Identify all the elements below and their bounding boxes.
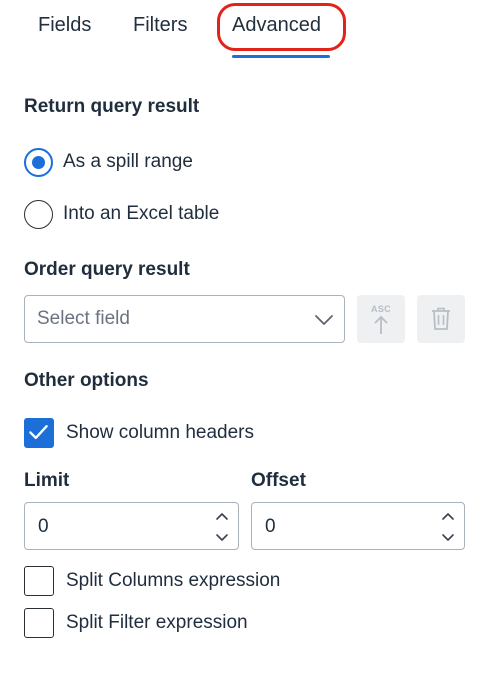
limit-stepper-icon[interactable] [214,509,230,545]
offset-stepper-icon[interactable] [440,509,456,545]
delete-sort-button[interactable] [417,295,465,343]
tab-advanced[interactable]: Advanced [232,14,321,37]
checkmark-icon [29,425,48,440]
chevron-down-icon [315,315,333,325]
split-filter-checkbox[interactable] [24,608,54,638]
return-section-title: Return query result [24,96,200,117]
sort-direction-label: ASC [371,304,391,314]
tab-filters[interactable]: Filters [133,14,187,37]
order-section-title: Order query result [24,259,190,280]
radio-spill-range[interactable]: As a spill range [24,147,193,177]
offset-input[interactable]: 0 [251,502,465,550]
tab-bar: Fields Filters Advanced [0,0,489,62]
active-tab-indicator [232,55,330,58]
limit-value: 0 [38,516,49,537]
offset-label: Offset [251,470,306,491]
order-field-select[interactable]: Select field [24,295,345,343]
split-columns-option[interactable]: Split Columns expression [24,566,280,596]
radio-button-unselected[interactable] [24,199,53,229]
show-headers-checkbox[interactable] [24,418,54,448]
limit-label: Limit [24,470,70,491]
other-options-title: Other options [24,370,149,391]
split-columns-label: Split Columns expression [66,570,281,591]
sort-ascending-icon [374,316,388,334]
limit-input[interactable]: 0 [24,502,239,550]
tab-fields[interactable]: Fields [38,14,91,37]
radio-button-selected[interactable] [24,147,53,177]
offset-value: 0 [265,516,276,537]
split-filter-option[interactable]: Split Filter expression [24,608,248,638]
radio-excel-table[interactable]: Into an Excel table [24,199,219,229]
radio-label-spill-range: As a spill range [63,151,193,172]
show-headers-label: Show column headers [66,422,254,443]
radio-label-excel-table: Into an Excel table [63,203,220,224]
show-column-headers-option[interactable]: Show column headers [24,418,254,448]
trash-icon [432,307,450,330]
sort-ascending-button[interactable]: ASC [357,295,405,343]
split-filter-label: Split Filter expression [66,612,248,633]
split-columns-checkbox[interactable] [24,566,54,596]
select-placeholder: Select field [37,308,130,329]
